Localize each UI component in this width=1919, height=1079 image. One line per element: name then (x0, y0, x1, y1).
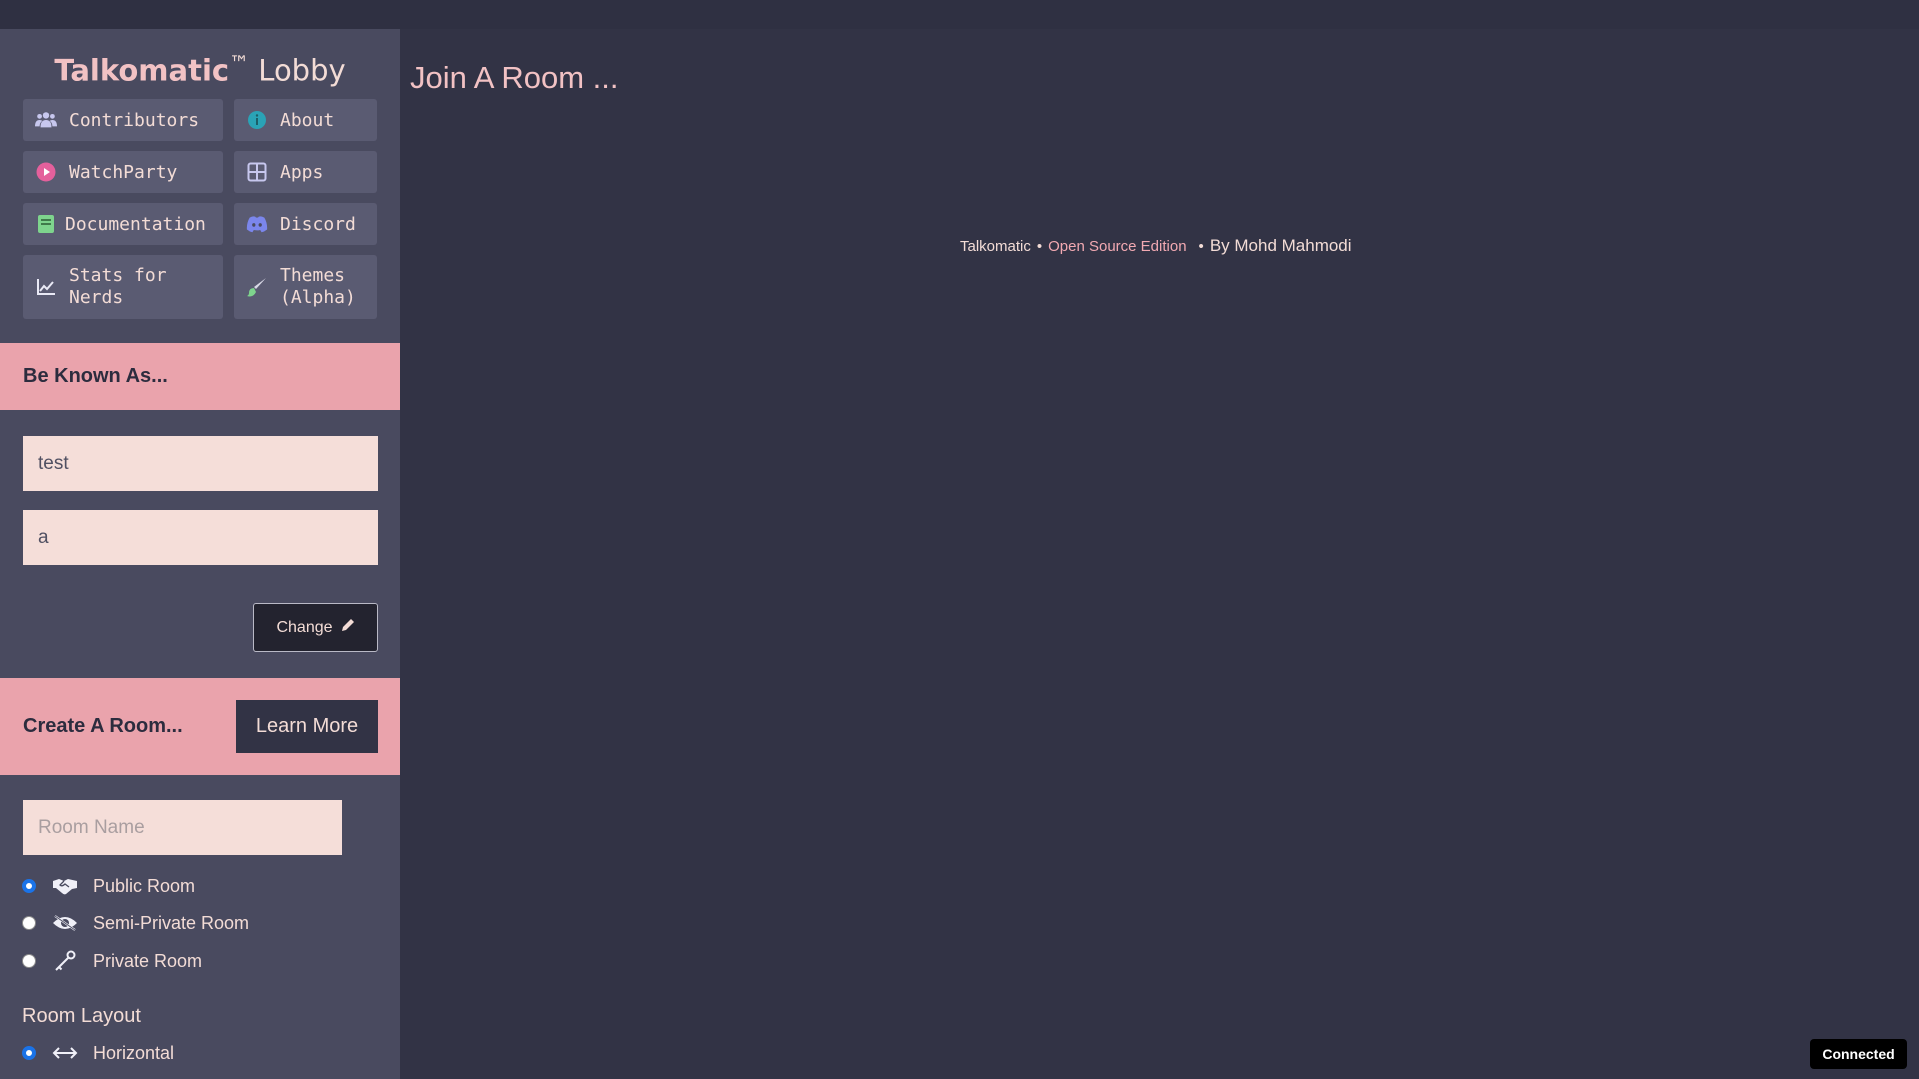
semi-private-room-label: Semi-Private Room (93, 912, 250, 933)
pencil-icon (341, 618, 355, 637)
top-strip (0, 0, 1919, 29)
apps-label: Apps (280, 161, 324, 183)
grid-icon (246, 161, 268, 183)
public-room-label: Public Room (93, 875, 196, 896)
documentation-button[interactable]: Documentation (23, 203, 223, 245)
brush-icon (246, 276, 268, 298)
chart-line-icon (35, 276, 57, 298)
footer: Talkomatic • Open Source Edition • By Mo… (960, 236, 1352, 256)
watchparty-button[interactable]: WatchParty (23, 151, 223, 193)
users-icon (35, 109, 57, 131)
horizontal-layout-option[interactable]: Horizontal (22, 1039, 174, 1067)
handshake-icon (51, 875, 79, 897)
stats-button[interactable]: Stats for Nerds (23, 255, 223, 319)
public-room-option[interactable]: Public Room (22, 872, 195, 900)
be-known-as-header: Be Known As... (0, 343, 400, 410)
sidebar: Talkomatic™ Lobby Contributors About Wat… (0, 29, 400, 1079)
discord-icon (246, 213, 268, 235)
open-source-edition-link[interactable]: Open Source Edition (1048, 238, 1186, 255)
room-name-input[interactable] (23, 800, 342, 855)
private-room-label: Private Room (93, 950, 203, 971)
discord-button[interactable]: Discord (234, 203, 377, 245)
room-layout-heading: Room Layout (22, 1005, 141, 1027)
private-room-radio[interactable] (22, 954, 36, 968)
trademark-symbol: ™ (229, 51, 250, 75)
play-icon (35, 161, 57, 183)
contributors-button[interactable]: Contributors (23, 99, 223, 141)
connection-status-badge: Connected (1810, 1039, 1907, 1069)
book-icon (35, 213, 57, 235)
username-input[interactable] (23, 436, 378, 491)
discord-label: Discord (280, 213, 356, 235)
semi-private-room-radio[interactable] (22, 916, 36, 930)
private-room-option[interactable]: Private Room (22, 947, 202, 975)
join-room-title: Join A Room ... (410, 60, 619, 95)
themes-button[interactable]: Themes (Alpha) (234, 255, 377, 319)
lobby-title: Talkomatic™ Lobby (0, 51, 400, 88)
be-known-as-heading: Be Known As... (23, 365, 168, 387)
footer-separator: • (1198, 238, 1204, 255)
themes-label: Themes (Alpha) (280, 265, 356, 309)
horizontal-layout-radio[interactable] (22, 1046, 36, 1060)
footer-separator: • (1036, 238, 1043, 255)
change-button[interactable]: Change (253, 603, 378, 652)
semi-private-room-option[interactable]: Semi-Private Room (22, 909, 249, 937)
stats-label-line2: Nerds (69, 287, 124, 308)
learn-more-button[interactable]: Learn More (236, 700, 378, 753)
info-icon (246, 109, 268, 131)
about-button[interactable]: About (234, 99, 377, 141)
footer-brand: Talkomatic (960, 238, 1031, 255)
stats-label: Stats for Nerds (69, 265, 167, 309)
horizontal-layout-label: Horizontal (93, 1042, 175, 1063)
about-label: About (280, 109, 335, 131)
watchparty-label: WatchParty (69, 161, 178, 183)
lobby-title-rest: Lobby (258, 53, 346, 88)
footer-author: By Mohd Mahmodi (1209, 236, 1352, 255)
stats-label-line1: Stats for (69, 265, 167, 286)
lobby-title-brand: Talkomatic (54, 53, 230, 88)
documentation-label: Documentation (65, 213, 206, 235)
themes-label-line1: Themes (280, 265, 346, 286)
apps-button[interactable]: Apps (234, 151, 377, 193)
key-icon (51, 950, 79, 972)
arrows-horizontal-icon (51, 1042, 79, 1064)
contributors-label: Contributors (69, 109, 200, 131)
create-room-heading: Create A Room... (23, 715, 183, 737)
themes-label-line2: (Alpha) (280, 287, 356, 308)
create-room-header: Create A Room... Learn More (0, 678, 400, 775)
public-room-radio[interactable] (22, 879, 36, 893)
location-input[interactable] (23, 510, 378, 565)
change-label: Change (276, 618, 333, 636)
eye-slash-icon (51, 912, 79, 934)
